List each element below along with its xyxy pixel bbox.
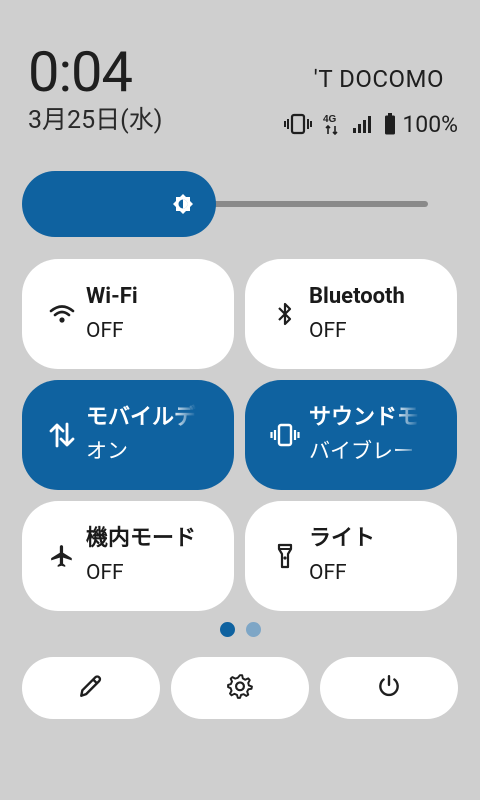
airplane-icon xyxy=(42,543,82,569)
edit-button[interactable] xyxy=(22,657,160,719)
flashlight-icon xyxy=(265,543,305,569)
tile-flashlight[interactable]: ライト OFF xyxy=(245,501,457,611)
mobile-data-icon xyxy=(42,421,82,449)
battery-icon xyxy=(384,113,396,135)
brightness-track[interactable] xyxy=(202,201,428,207)
page-dot-inactive[interactable] xyxy=(246,622,261,637)
page-dot-active[interactable] xyxy=(220,622,235,637)
tile-wifi[interactable]: Wi-Fi OFF xyxy=(22,259,234,369)
tile-bluetooth[interactable]: Bluetooth OFF xyxy=(245,259,457,369)
tile-title: Wi-Fi xyxy=(86,284,138,309)
vibrate-icon xyxy=(284,112,313,136)
signal-icon xyxy=(352,114,374,134)
tile-status: OFF xyxy=(86,561,124,585)
bluetooth-icon xyxy=(265,301,305,327)
settings-gear-icon xyxy=(227,673,253,703)
brightness-icon xyxy=(171,192,195,220)
status-icons: 4G 100% xyxy=(284,110,458,138)
tile-title: Bluetooth xyxy=(309,284,405,309)
date[interactable]: 3月25日(水) xyxy=(28,108,162,133)
vibrate-icon xyxy=(265,422,305,448)
tile-sound-mode[interactable]: サウンドモ バイブレー xyxy=(245,380,457,490)
tile-status: バイブレー xyxy=(309,440,414,464)
tile-mobile-data[interactable]: モバイルデ オン xyxy=(22,380,234,490)
page-indicator xyxy=(0,622,480,638)
tile-title: サウンドモ xyxy=(309,405,420,430)
power-button[interactable] xyxy=(320,657,458,719)
tile-title: 機内モード xyxy=(86,526,197,551)
status-header: 0:04 3月25日(水) 'T DOCOMO 4G 100% xyxy=(0,0,480,150)
battery-percentage: 100% xyxy=(402,110,458,138)
carrier-name: 'T DOCOMO xyxy=(313,65,444,93)
tile-status: OFF xyxy=(309,561,347,585)
network-4g-icon: 4G xyxy=(322,112,342,136)
tile-title: ライト xyxy=(309,526,376,551)
wifi-icon xyxy=(42,303,82,325)
tile-status: OFF xyxy=(309,319,347,343)
tile-status: OFF xyxy=(86,319,124,343)
clock[interactable]: 0:04 xyxy=(28,44,133,100)
network-type-label: 4G xyxy=(323,114,337,125)
tile-airplane-mode[interactable]: 機内モード OFF xyxy=(22,501,234,611)
tile-status: オン xyxy=(86,440,128,464)
edit-pencil-icon xyxy=(78,673,104,703)
power-icon xyxy=(376,673,402,703)
brightness-slider[interactable] xyxy=(22,171,430,237)
tile-title: モバイルデ xyxy=(86,405,197,430)
settings-button[interactable] xyxy=(171,657,309,719)
